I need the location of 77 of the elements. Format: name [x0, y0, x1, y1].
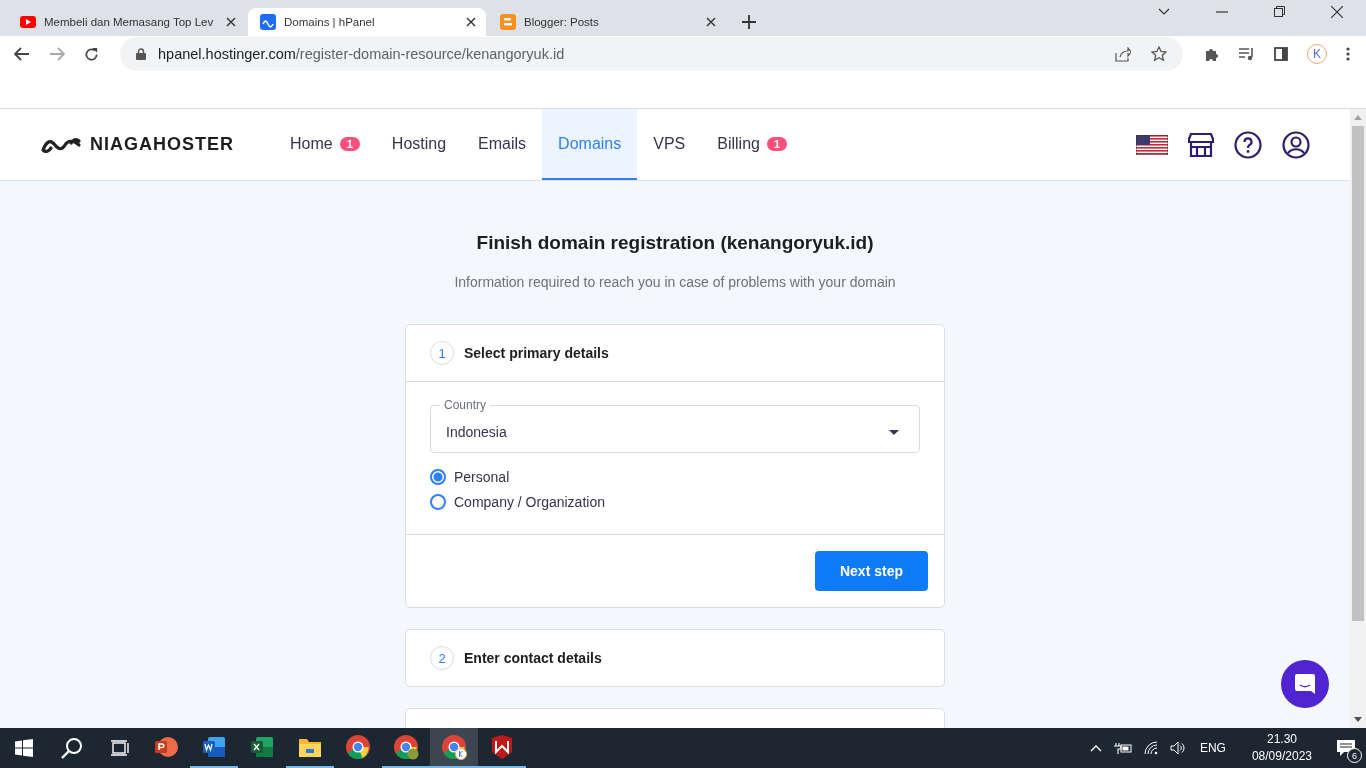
user-icon[interactable]	[1282, 130, 1310, 159]
chevron-up-icon[interactable]	[1089, 744, 1102, 752]
browser-tab[interactable]: Membeli dan Memasang Top Lev	[8, 8, 246, 36]
store-icon[interactable]	[1188, 132, 1214, 157]
close-icon[interactable]	[466, 17, 476, 27]
page-subtitle: Information required to reach you in case of problems with your domain	[454, 274, 896, 290]
chat-icon	[1294, 673, 1316, 695]
video-play-icon	[20, 16, 36, 28]
radio-button[interactable]	[430, 494, 446, 510]
browser-tab[interactable]: Blogger: Posts	[488, 8, 726, 36]
lock-icon	[136, 48, 146, 60]
brand-name: NIAGAHOSTER	[90, 134, 234, 155]
count-badge: 1	[339, 136, 360, 151]
playlist-icon[interactable]	[1239, 47, 1255, 61]
address-bar[interactable]: hpanel.hostinger.com/register-domain-resource/kenangoryuk.id	[120, 37, 1183, 71]
radio-button[interactable]	[430, 469, 446, 485]
shield-icon	[491, 735, 513, 759]
share-icon[interactable]	[1115, 46, 1131, 62]
caret-icon	[889, 429, 899, 435]
taskbar-app[interactable]	[430, 728, 478, 768]
help-icon[interactable]	[1234, 130, 1262, 159]
presentation-app-icon	[154, 735, 178, 759]
country-select[interactable]: Country Indonesia	[430, 398, 920, 453]
spreadsheet-app-icon	[250, 735, 274, 759]
browser-icon	[441, 734, 467, 760]
minimize-icon[interactable]	[1216, 10, 1228, 13]
tab-title: Membeli dan Memasang Top Lev	[44, 16, 215, 28]
browser-icon	[393, 734, 419, 760]
notifications-button[interactable]: 6	[1326, 728, 1366, 768]
browser-tab[interactable]: Domains | hPanel	[248, 8, 486, 36]
word-processor-icon	[202, 735, 226, 759]
chevron-down-icon[interactable]	[1158, 7, 1170, 16]
back-arrow-icon[interactable]	[14, 47, 30, 61]
wave-logo-icon	[260, 14, 276, 30]
nav-tab[interactable]: Emails	[462, 109, 543, 180]
reload-icon[interactable]	[84, 46, 99, 62]
plus-icon[interactable]	[742, 15, 756, 29]
side-panel-icon[interactable]	[1274, 47, 1288, 61]
battery-icon[interactable]	[1113, 742, 1132, 754]
clock-date[interactable]: 08/09/2023	[1251, 748, 1312, 765]
flag-icon[interactable]	[1136, 134, 1168, 155]
nav-tab[interactable]: Hosting	[375, 109, 463, 180]
nav-tab[interactable]: Home 1	[274, 109, 376, 180]
url-text: hpanel.hostinger.com/register-domain-resource/kenangoryuk.id	[158, 46, 565, 62]
language-indicator[interactable]: ENG	[1199, 741, 1226, 755]
task-view-icon[interactable]	[111, 740, 129, 756]
scroll-down-arrow-icon[interactable]	[1354, 717, 1362, 722]
browser-icon	[345, 734, 371, 760]
count-badge: 1	[766, 136, 788, 151]
chat-button[interactable]	[1281, 660, 1329, 708]
close-icon[interactable]	[706, 17, 716, 27]
nav-tab[interactable]: VPS	[637, 109, 702, 180]
clock-time[interactable]: 21.30	[1266, 731, 1297, 748]
tab-title: Blogger: Posts	[524, 16, 600, 28]
blog-logo-icon	[500, 14, 516, 30]
puzzle-icon[interactable]	[1204, 46, 1220, 62]
more-icon[interactable]	[1346, 47, 1350, 61]
close-icon[interactable]	[1331, 5, 1343, 18]
radio-option[interactable]: Company / Organization	[430, 494, 920, 510]
step-title: Select primary details	[464, 345, 609, 361]
page-title: Finish domain registration (kenangoryuk.id)	[476, 232, 874, 254]
scrollbar[interactable]	[1350, 109, 1366, 728]
search-icon[interactable]	[61, 737, 83, 759]
next-step-button[interactable]: Next step	[814, 551, 928, 591]
nav-tab[interactable]: Domains	[542, 109, 638, 180]
speaker-icon[interactable]	[1169, 741, 1186, 755]
restore-icon[interactable]	[1274, 6, 1285, 17]
step-title: Enter contact details	[464, 650, 602, 666]
wifi-icon[interactable]	[1143, 741, 1158, 755]
nav-tab[interactable]: Billing 1	[701, 109, 804, 180]
radio-option[interactable]: Personal	[430, 469, 920, 485]
tab-title: Domains | hPanel	[284, 16, 376, 28]
brand-logo-icon	[40, 135, 82, 154]
star-icon[interactable]	[1151, 46, 1167, 62]
close-icon[interactable]	[226, 17, 236, 27]
windows-start-icon[interactable]	[15, 739, 33, 757]
folder-icon	[298, 736, 322, 758]
